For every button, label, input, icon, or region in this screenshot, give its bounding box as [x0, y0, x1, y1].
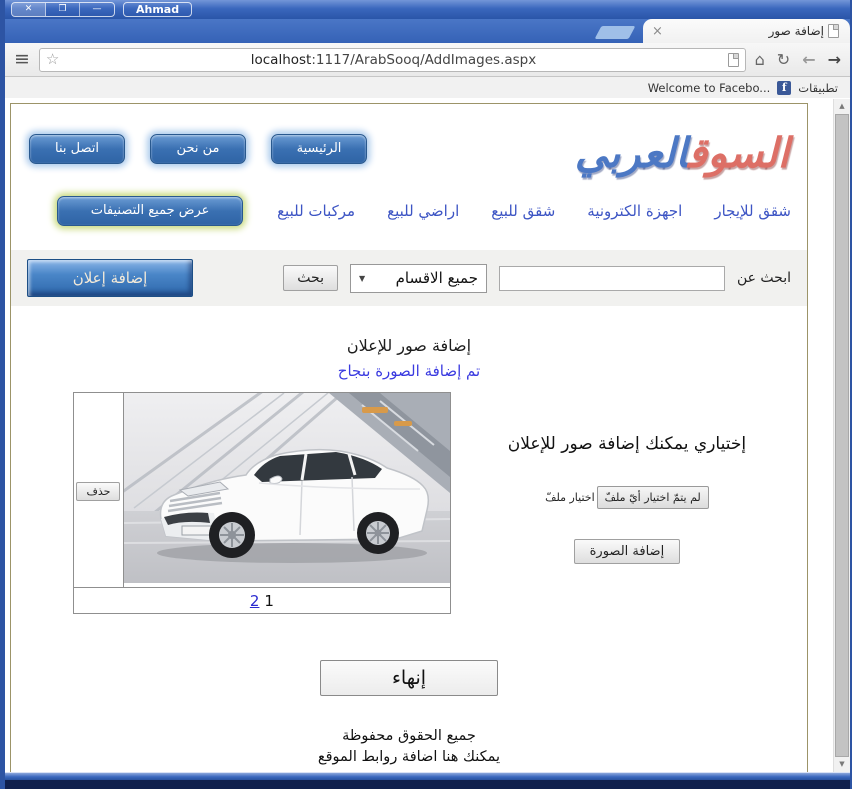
bookmark-facebook[interactable]: Welcome to Facebo... [648, 81, 771, 95]
menu-button-home[interactable]: الرئيسية [271, 134, 367, 164]
logo-text-blue: العربي [574, 129, 688, 177]
table-row: حذف [73, 381, 451, 588]
browser-toolbar: ≡ ☆ localhost:1117/ArabSooq/AddImages.as… [5, 43, 850, 77]
reload-icon[interactable]: ↻ [777, 50, 790, 69]
tab-strip: × إضافة صور [5, 19, 850, 43]
site-page: السوقالعربي الرئيسية من نحن اتصل بنا شقق… [10, 103, 808, 772]
site-logo[interactable]: السوقالعربي [575, 118, 789, 188]
profile-name-button[interactable]: Ahmad [123, 2, 193, 17]
search-button[interactable]: بحث [283, 265, 338, 291]
window-close-icon[interactable]: ✕ [12, 3, 46, 16]
url-text[interactable]: localhost:1117/ArabSooq/AddImages.aspx [65, 52, 721, 68]
window-controls: ✕ ❐ — [11, 2, 115, 17]
file-input: اختيار ملفّ لم يتمّ اختيار أيّ ملفّ [451, 486, 803, 509]
tab-close-icon[interactable]: × [652, 25, 663, 38]
pagination: 21 [73, 587, 451, 614]
browser-window: ✕ ❐ — Ahmad × إضافة صور ≡ ☆ localhost:11… [0, 0, 852, 789]
bookmark-apps[interactable]: تطبيقات [798, 81, 838, 95]
tab-add-images[interactable]: × إضافة صور [643, 19, 850, 43]
choose-file-label: اختيار ملفّ [545, 491, 595, 504]
images-table-wrap: حذف 2 1 [73, 381, 451, 614]
car-photo [112, 381, 450, 583]
image-cell [112, 381, 451, 588]
category-nav: شقق للإيجار اجهزة الكترونية شقق للبيع ار… [11, 196, 807, 226]
pager-link-2[interactable]: 2 [250, 592, 260, 610]
upload-row: إختياري يمكنك إضافة صور للإعلان اختيار م… [11, 381, 807, 614]
pager-current-1: 1 [264, 591, 274, 610]
browser-nav-icons: ⌂ ↻ ← → [755, 50, 841, 69]
upload-success-message: تم إضافة الصورة بنجاح [337, 362, 481, 380]
page-viewport: السوقالعربي الرئيسية من نحن اتصل بنا شقق… [5, 99, 850, 772]
file-status-button[interactable]: لم يتمّ اختيار أيّ ملفّ [596, 486, 709, 509]
bookmark-star-icon[interactable]: ☆ [46, 52, 59, 67]
category-select-value: جميع الاقسام [395, 269, 478, 287]
forward-icon[interactable]: → [828, 50, 841, 69]
category-link-rent-apartments[interactable]: شقق للإيجار [714, 202, 791, 220]
scroll-up-icon[interactable]: ▲ [834, 99, 850, 114]
menu-button-about[interactable]: من نحن [150, 134, 246, 164]
pager-row: 21 [73, 587, 451, 614]
address-bar[interactable]: ☆ localhost:1117/ArabSooq/AddImages.aspx [38, 47, 746, 72]
new-tab-button[interactable] [594, 26, 636, 39]
home-icon[interactable]: ⌂ [755, 50, 765, 69]
logo-text-red: السوق [687, 129, 789, 177]
search-strip: ابحث عن جميع الاقسام ▼ بحث إضافة إعلان [11, 250, 807, 306]
category-link-land[interactable]: اراضي للبيع [387, 202, 459, 220]
bookmarks-bar: Welcome to Facebo... f تطبيقات [5, 77, 850, 98]
search-input[interactable] [498, 265, 725, 291]
category-select[interactable]: جميع الاقسام ▼ [349, 263, 487, 293]
add-ad-button[interactable]: إضافة إعلان [27, 259, 193, 297]
footer-line-2: يمكنك هنا اضافة روابط الموقع [317, 749, 501, 766]
finish-button[interactable]: إنهاء [320, 660, 498, 696]
window-bottom-frame [5, 772, 850, 789]
upload-heading: إضافة صور للإعلان [346, 336, 472, 355]
category-link-electronics[interactable]: اجهزة الكترونية [587, 202, 682, 220]
window-titlebar: ✕ ❐ — Ahmad [5, 0, 850, 19]
footer-line-1: جميع الحقوق محفوظة [342, 728, 476, 744]
category-link-sale-apartments[interactable]: شقق للبيع [491, 202, 555, 220]
url-host: localhost [250, 51, 312, 68]
scrollbar-thumb[interactable] [835, 114, 849, 757]
category-link-vehicles[interactable]: مركبات للبيع [277, 202, 355, 220]
window-maximize-icon[interactable]: ❐ [46, 3, 80, 16]
upload-panel: إختياري يمكنك إضافة صور للإعلان اختيار م… [451, 392, 803, 614]
delete-button[interactable]: حذف [76, 481, 121, 501]
all-categories-button[interactable]: عرض جميع التصنيفات [57, 196, 244, 226]
menu-icon[interactable]: ≡ [14, 50, 30, 69]
site-header: السوقالعربي الرئيسية من نحن اتصل بنا [11, 118, 807, 188]
upload-section: إضافة صور للإعلان تم إضافة الصورة بنجاح … [11, 336, 807, 768]
tab-title: إضافة صور [768, 24, 824, 38]
facebook-icon[interactable]: f [777, 80, 792, 95]
page-icon[interactable] [727, 52, 739, 67]
back-icon[interactable]: ← [802, 50, 815, 69]
scroll-down-icon[interactable]: ▼ [834, 757, 850, 772]
site-footer: جميع الحقوق محفوظة يمكنك هنا اضافة روابط… [11, 726, 807, 768]
search-label: ابحث عن [736, 270, 791, 286]
page-favicon [828, 24, 839, 38]
menu-button-contact[interactable]: اتصل بنا [29, 134, 125, 164]
chevron-down-icon: ▼ [358, 273, 366, 283]
delete-cell: حذف [73, 392, 124, 588]
optional-note: إختياري يمكنك إضافة صور للإعلان [507, 434, 747, 454]
add-image-button[interactable]: إضافة الصورة [573, 539, 681, 564]
images-table: حذف 2 1 [73, 381, 451, 614]
url-path: :1117/ArabSooq/AddImages.aspx [311, 51, 537, 68]
window-minimize-icon[interactable]: — [80, 3, 114, 16]
vertical-scrollbar[interactable]: ▲ ▼ [833, 99, 850, 772]
